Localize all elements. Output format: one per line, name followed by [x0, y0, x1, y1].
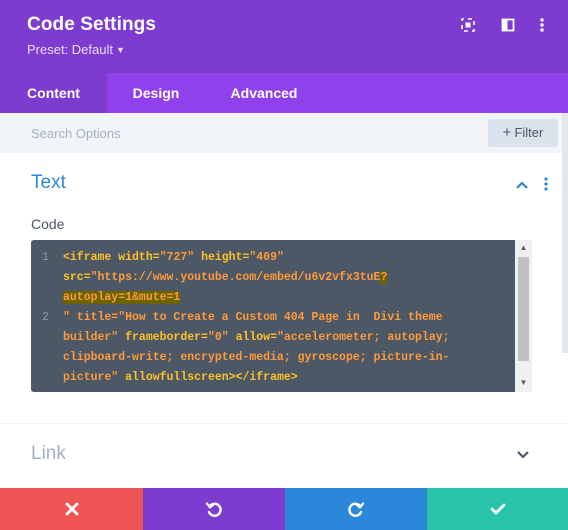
scroll-up-arrow-icon[interactable]: ▲ [515, 241, 532, 255]
code-line: picture" allowfullscreen></iframe> [63, 371, 298, 384]
split-view-icon[interactable] [500, 17, 516, 33]
section-title-link[interactable]: Link [31, 443, 66, 465]
redo-button[interactable] [285, 488, 427, 530]
close-icon [65, 502, 78, 516]
section-options-icon[interactable] [540, 176, 552, 192]
undo-button[interactable] [143, 488, 285, 530]
code-line: autoplay=1&mute=1 [63, 291, 181, 304]
more-options-icon[interactable] [534, 17, 550, 33]
code-field-label: Code [31, 216, 65, 232]
tab-advanced[interactable]: Advanced [205, 73, 323, 113]
search-bar [0, 113, 568, 153]
line-number: 2 [42, 311, 49, 324]
modal-header: Code Settings Preset: Default ▼ [0, 0, 568, 73]
preset-dropdown[interactable]: Preset: Default ▼ [27, 42, 125, 57]
line-number: 1 [42, 251, 49, 264]
code-line: <iframe width="727" height="409" [63, 251, 284, 264]
tab-content[interactable]: Content [0, 73, 107, 113]
chevron-down-icon[interactable] [516, 448, 530, 460]
code-editor[interactable]: 1 2 <iframe width="727" height="409" src… [31, 240, 532, 392]
filter-label: Filter [514, 125, 544, 140]
chevron-up-icon[interactable] [515, 178, 529, 190]
expand-icon[interactable] [460, 17, 476, 33]
undo-icon [205, 502, 222, 517]
highlighted-text: ? [380, 271, 388, 284]
code-line: clipboard-write; encrypted-media; gyrosc… [63, 351, 450, 364]
panel-scrollbar[interactable] [562, 113, 568, 353]
code-line: src="https://www.youtube.com/embed/u6v2v… [63, 271, 388, 284]
save-button[interactable] [427, 488, 568, 530]
filter-button[interactable]: + Filter [488, 119, 558, 147]
discard-button[interactable] [0, 488, 143, 530]
tab-bar: Content Design Advanced [0, 73, 568, 113]
plus-icon: + [502, 124, 512, 141]
modal-footer [0, 488, 568, 530]
scrollbar-thumb[interactable] [518, 257, 529, 361]
code-line: " title="How to Create a Custom 404 Page… [63, 311, 443, 324]
caret-down-icon: ▼ [116, 45, 125, 55]
search-input[interactable] [31, 124, 451, 142]
scroll-down-arrow-icon[interactable]: ▼ [515, 376, 532, 390]
section-divider [0, 423, 568, 424]
modal-title: Code Settings [27, 14, 157, 35]
checkmark-icon [490, 503, 505, 515]
redo-icon [348, 502, 365, 517]
code-line: builder" frameborder="0" allow="accelero… [63, 331, 450, 344]
highlighted-text: autoplay=1&mute=1 [63, 291, 181, 304]
preset-label: Preset: Default [27, 42, 113, 57]
tab-design[interactable]: Design [107, 73, 205, 113]
section-title-text[interactable]: Text [31, 172, 66, 194]
